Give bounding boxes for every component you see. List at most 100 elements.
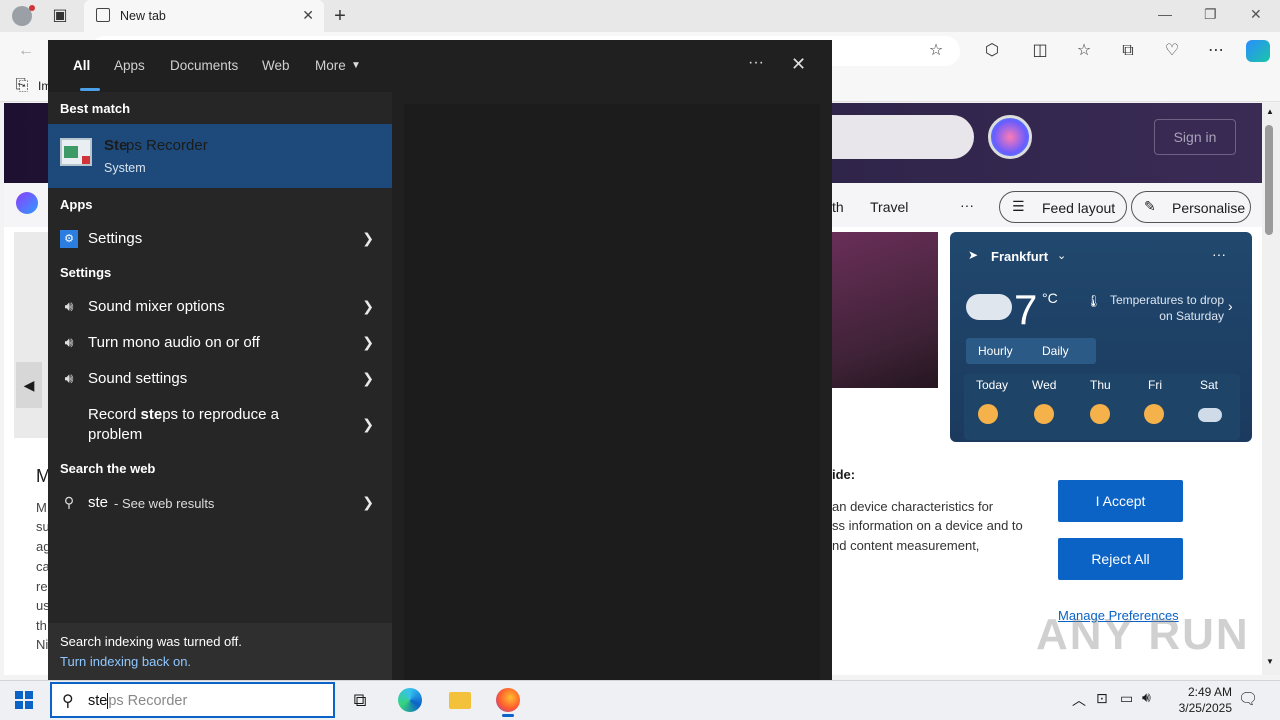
consent-left-letter: M (36, 500, 47, 515)
setting-item-sound-settings[interactable]: 🔊︎ Sound settings ❯ (48, 366, 392, 392)
sign-in-button[interactable]: Sign in (1154, 119, 1236, 155)
settings-heading: Settings (60, 265, 112, 280)
tab-web[interactable]: Web (262, 58, 290, 73)
steps-recorder-icon-inner (64, 146, 78, 158)
nav-item-travel[interactable]: Travel (870, 199, 908, 215)
minimize-icon[interactable]: — (1158, 6, 1172, 22)
collections-icon[interactable]: ⧉ (1118, 41, 1138, 61)
partly-cloudy-icon (978, 404, 998, 424)
restore-icon[interactable]: ❐ (1204, 6, 1217, 23)
clock[interactable]: 2:49 AM 3/25/2025 (1179, 684, 1232, 716)
more-chevron-down-icon[interactable]: ▼ (351, 60, 361, 71)
web-query-suffix: - See web results (114, 496, 215, 511)
task-view-icon[interactable]: ⧉ (342, 684, 378, 716)
accept-button[interactable]: I Accept (1058, 480, 1183, 522)
tab-documents[interactable]: Documents (170, 58, 238, 73)
best-match-steps-recorder[interactable]: Ste ps Recorder System (48, 124, 392, 188)
chevron-right-icon[interactable]: ❯ (362, 230, 374, 247)
folder-shape (449, 692, 471, 709)
setting-item-mono-audio[interactable]: 🔊︎ Turn mono audio on or off ❯ (48, 330, 392, 356)
day-label[interactable]: Fri (1148, 378, 1162, 392)
setting-item-record-steps[interactable]: Record steps to reproduce a problem ❯ (48, 402, 392, 448)
tray-overflow-icon[interactable]: ︿ (1072, 690, 1086, 710)
app-item-settings[interactable]: ⚙ Settings ❯ (48, 226, 392, 252)
notifications-icon[interactable]: 🗨︎ (1238, 689, 1258, 709)
network-icon[interactable]: ▭ (1120, 690, 1133, 707)
chevron-right-icon[interactable]: ❯ (362, 494, 374, 511)
favorite-star-icon[interactable]: ☆ (926, 41, 946, 61)
favorites-icon[interactable]: ☆ (1074, 41, 1094, 61)
best-match-title-rest: ps Recorder (126, 137, 208, 154)
typed-query: steps Recorder (88, 693, 187, 709)
back-icon[interactable]: ← (16, 41, 36, 61)
split-screen-icon[interactable]: ◫ (1030, 41, 1050, 61)
setting-item-sound-mixer[interactable]: 🔊︎ Sound mixer options ❯ (48, 294, 392, 320)
search-web-heading: Search the web (60, 461, 156, 476)
weather-more-icon[interactable]: ··· (1212, 246, 1226, 262)
chevron-right-icon[interactable]: ❯ (362, 334, 374, 351)
chevron-right-icon[interactable]: ❯ (362, 298, 374, 315)
chevron-right-icon[interactable]: ❯ (362, 416, 374, 433)
clock-date: 3/25/2025 (1178, 701, 1232, 715)
record-steps-line2: problem (88, 426, 143, 443)
best-match-subtitle: System (104, 161, 146, 175)
nav-item-partial[interactable]: th (832, 199, 844, 215)
tab-all-underline (80, 88, 100, 91)
scroll-down-icon[interactable]: ▼ (1266, 657, 1274, 666)
options-ellipsis-icon[interactable]: ··· (748, 54, 764, 72)
weather-card[interactable]: ➤ Frankfurt ⌄ ··· 7 °C 🌡 Temperatures to… (950, 232, 1252, 442)
web-result-item[interactable]: ⚲ ste - See web results ❯ (48, 490, 392, 516)
close-window-icon[interactable]: ✕ (1250, 6, 1262, 23)
performance-icon[interactable]: ♡ (1162, 41, 1182, 61)
win-pane-tl (15, 691, 23, 699)
tray-device-icon[interactable]: ⊡ (1096, 690, 1108, 707)
tab-hourly[interactable]: Hourly (978, 344, 1013, 358)
tab-strip: ▣ New tab ✕ + — ❐ ✕ (0, 0, 1280, 32)
day-label[interactable]: Thu (1090, 378, 1111, 392)
firefox-icon[interactable] (490, 684, 526, 717)
personalise-button[interactable]: ✎ Personalise (1131, 191, 1251, 223)
tab-more[interactable]: More (315, 58, 346, 73)
city-dropdown-icon[interactable]: ⌄ (1057, 249, 1066, 262)
win-pane-tr (25, 691, 33, 699)
import-favorites-icon[interactable]: ⎘ (12, 76, 32, 96)
watermark: ANY RUN (1036, 610, 1250, 659)
settings-more-icon[interactable]: ⋯ (1206, 41, 1226, 61)
copilot-button-icon[interactable] (988, 115, 1032, 159)
tab-new-tab[interactable]: New tab ✕ (84, 0, 324, 32)
copilot-icon[interactable] (1246, 40, 1270, 62)
close-search-icon[interactable]: ✕ (791, 54, 806, 75)
weather-city[interactable]: Frankfurt (991, 249, 1048, 264)
edge-icon[interactable] (392, 684, 428, 716)
chevron-right-icon[interactable]: ❯ (362, 370, 374, 387)
tab-all[interactable]: All (73, 58, 90, 73)
page-scrollbar[interactable]: ▲ ▼ (1262, 103, 1280, 675)
feed-layout-button[interactable]: ☰ Feed layout (999, 191, 1127, 223)
start-windows-icon[interactable] (15, 691, 33, 709)
record-pre: Record (88, 406, 141, 423)
nav-more-icon[interactable]: ··· (960, 197, 974, 213)
weather-alert[interactable]: Temperatures to drop on Saturday (1100, 292, 1224, 324)
new-tab-icon[interactable]: + (330, 6, 350, 26)
scroll-thumb[interactable] (1265, 125, 1273, 235)
taskbar-search-input[interactable]: ⚲ steps Recorder (50, 682, 335, 718)
edge-icon-shape (398, 688, 422, 712)
tab-close-icon[interactable]: ✕ (302, 7, 314, 24)
day-label[interactable]: Sat (1200, 378, 1218, 392)
tab-apps[interactable]: Apps (114, 58, 145, 73)
extensions-icon[interactable]: ⬡ (982, 41, 1002, 61)
carousel-prev-icon[interactable]: ◀ (16, 362, 42, 408)
tab-daily[interactable]: Daily (1042, 344, 1069, 358)
volume-icon[interactable]: 🔊︎ (1142, 689, 1151, 706)
file-explorer-icon[interactable] (441, 684, 477, 716)
reject-all-button[interactable]: Reject All (1058, 538, 1183, 580)
tab-actions-icon[interactable]: ▣ (50, 6, 70, 26)
day-label[interactable]: Today (976, 378, 1008, 392)
consent-left-letter: th (36, 618, 47, 633)
weather-alert-chevron-icon[interactable]: › (1228, 298, 1233, 314)
weather-days: Today Wed Thu Fri Sat (964, 374, 1240, 440)
scroll-up-icon[interactable]: ▲ (1266, 107, 1274, 116)
news-image[interactable] (820, 232, 938, 388)
turn-indexing-on-link[interactable]: Turn indexing back on. (60, 654, 191, 669)
day-label[interactable]: Wed (1032, 378, 1056, 392)
